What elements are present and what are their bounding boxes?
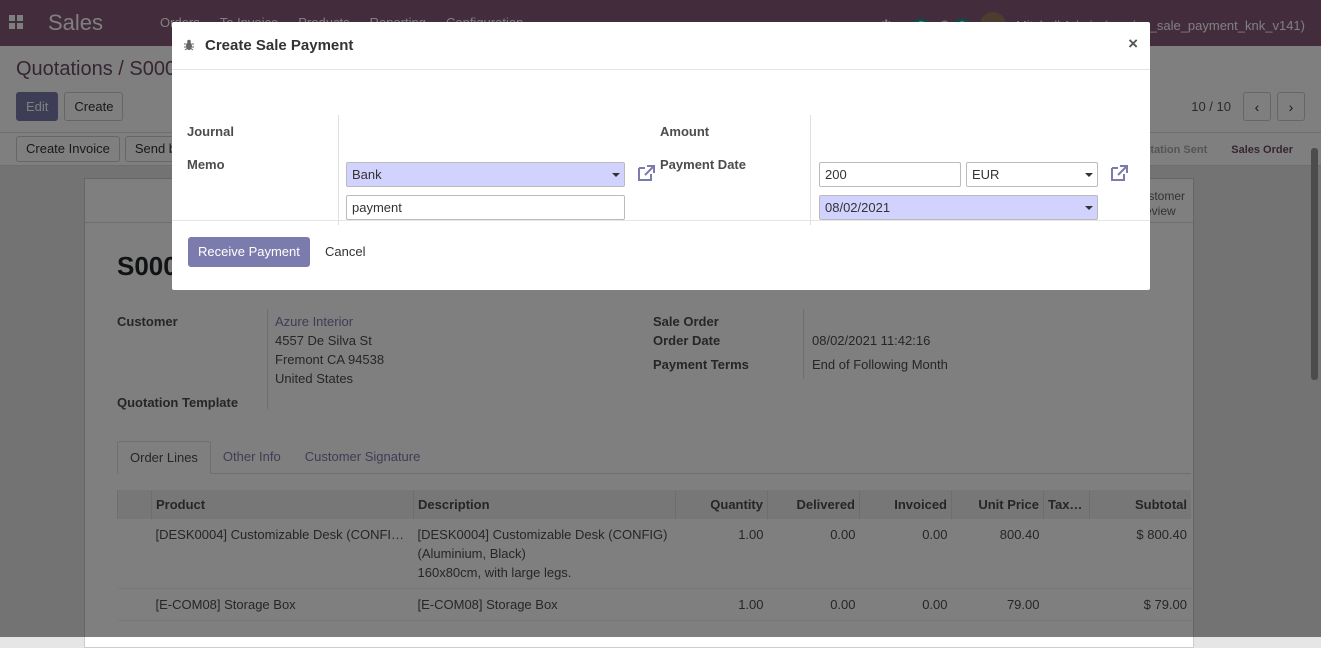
payment-date-label: Payment Date (660, 157, 746, 172)
memo-label: Memo (187, 157, 225, 172)
divider (338, 115, 339, 225)
dialog-body: Journal Bank Memo payment Amount 200 EUR… (172, 70, 1150, 225)
bug-icon[interactable] (183, 39, 195, 54)
create-sale-payment-dialog: Create Sale Payment × Journal Bank Memo … (172, 22, 1150, 290)
memo-field[interactable]: payment (346, 195, 625, 220)
external-link-icon[interactable] (1109, 164, 1129, 182)
caret-down-icon (612, 173, 620, 177)
memo-value: payment (352, 200, 402, 215)
amount-field[interactable]: 200 (819, 162, 961, 187)
external-link-icon[interactable] (636, 164, 656, 182)
payment-date-value: 08/02/2021 (825, 200, 891, 215)
cancel-button[interactable]: Cancel (325, 244, 365, 259)
amount-label: Amount (660, 124, 710, 139)
currency-select[interactable]: EUR (966, 162, 1098, 187)
payment-date-field[interactable]: 08/02/2021 (819, 195, 1098, 220)
dialog-title: Create Sale Payment (205, 37, 354, 54)
amount-value: 200 (825, 167, 847, 182)
caret-down-icon (1085, 206, 1093, 210)
journal-select[interactable]: Bank (346, 162, 625, 187)
divider (810, 115, 811, 225)
journal-value: Bank (352, 167, 382, 182)
currency-value: EUR (972, 167, 1000, 182)
close-icon[interactable]: × (1128, 34, 1138, 54)
caret-down-icon (1085, 173, 1093, 177)
dialog-footer: Receive Payment Cancel (172, 221, 1150, 289)
dialog-header: Create Sale Payment × (172, 22, 1150, 70)
journal-label: Journal (187, 124, 234, 139)
receive-payment-button[interactable]: Receive Payment (188, 237, 310, 267)
